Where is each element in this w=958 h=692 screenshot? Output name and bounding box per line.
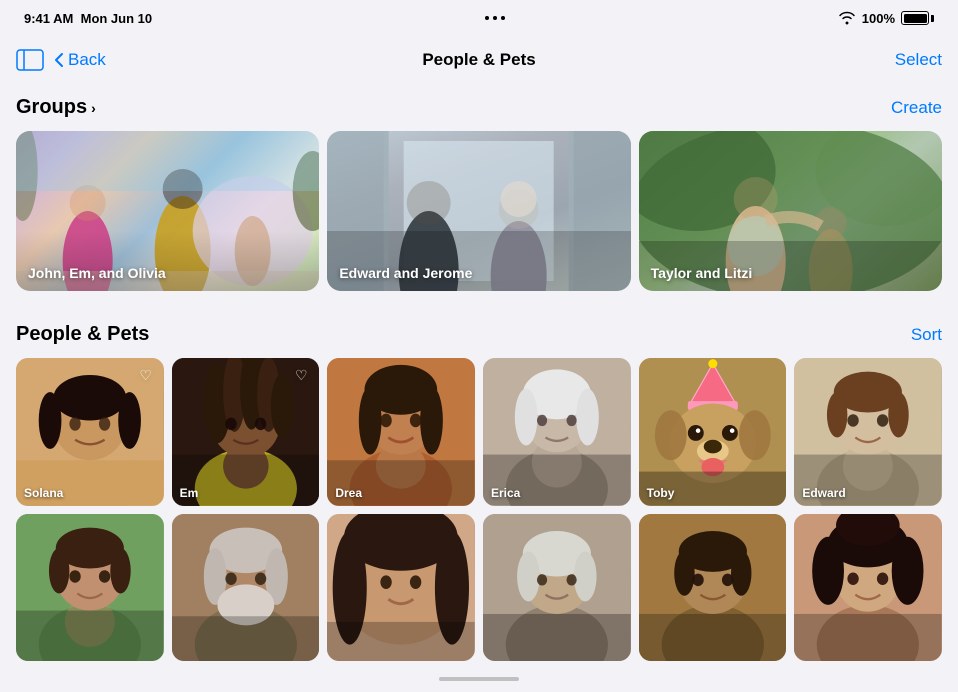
person-name-edward: Edward <box>802 486 845 500</box>
person-card-erica[interactable]: Erica <box>483 358 631 506</box>
group-card-taylor-litzi[interactable]: Taylor and Litzi <box>639 131 942 291</box>
person-face-p12 <box>794 514 942 662</box>
status-time: 9:41 AM Mon Jun 10 <box>24 11 152 26</box>
group-label-3: Taylor and Litzi <box>651 265 753 281</box>
nav-left: Back <box>16 49 106 71</box>
person-card-drea[interactable]: Drea <box>327 358 475 506</box>
person-card-p7[interactable] <box>16 514 164 662</box>
person-name-em: Em <box>180 486 199 500</box>
heart-icon-solana: ♡ <box>136 365 156 385</box>
select-button[interactable]: Select <box>895 50 942 70</box>
person-face-toby <box>639 358 787 506</box>
status-right: 100% <box>838 11 934 26</box>
person-name-toby: Toby <box>647 486 675 500</box>
group-label-1: John, Em, and Olivia <box>28 265 166 281</box>
group-card-john-em-olivia[interactable]: John, Em, and Olivia <box>16 131 319 291</box>
person-face-erica <box>483 358 631 506</box>
device-frame: 9:41 AM Mon Jun 10 100% <box>0 0 958 692</box>
page-title: People & Pets <box>422 50 535 70</box>
people-grid-row1: ♡ Solana <box>16 358 942 506</box>
person-face-drea <box>327 358 475 506</box>
person-face-p8 <box>172 514 320 662</box>
groups-title-row[interactable]: Groups › <box>16 96 96 119</box>
sort-button[interactable]: Sort <box>911 325 942 345</box>
people-grid-row2 <box>16 514 942 662</box>
scroll-dot <box>439 677 519 681</box>
group-label-2: Edward and Jerome <box>339 265 472 281</box>
person-card-p10[interactable] <box>483 514 631 662</box>
groups-section-header: Groups › Create <box>16 84 942 119</box>
heart-icon-em: ♡ <box>291 365 311 385</box>
person-card-p11[interactable] <box>639 514 787 662</box>
content-area: Groups › Create <box>0 84 958 669</box>
status-center <box>485 16 505 20</box>
person-face-p10 <box>483 514 631 662</box>
groups-title: Groups <box>16 96 87 119</box>
create-button[interactable]: Create <box>891 98 942 118</box>
person-card-em[interactable]: ♡ Em <box>172 358 320 506</box>
status-bar: 9:41 AM Mon Jun 10 100% <box>0 0 958 36</box>
battery-icon <box>901 11 934 25</box>
dot-1 <box>485 16 489 20</box>
person-card-edward[interactable]: Edward <box>794 358 942 506</box>
group-card-edward-jerome[interactable]: Edward and Jerome <box>327 131 630 291</box>
people-title: People & Pets <box>16 323 149 346</box>
sidebar-toggle-icon[interactable] <box>16 49 44 71</box>
person-face-edward <box>794 358 942 506</box>
person-face-p9 <box>327 514 475 662</box>
person-face-p7 <box>16 514 164 662</box>
person-face-p11 <box>639 514 787 662</box>
nav-bar: Back People & Pets Select <box>0 36 958 84</box>
people-section-header: People & Pets Sort <box>16 311 942 346</box>
dot-3 <box>501 16 505 20</box>
person-card-solana[interactable]: ♡ Solana <box>16 358 164 506</box>
back-button[interactable]: Back <box>54 50 106 70</box>
person-card-p9[interactable] <box>327 514 475 662</box>
person-card-toby[interactable]: Toby <box>639 358 787 506</box>
groups-grid: John, Em, and Olivia <box>16 131 942 291</box>
dot-2 <box>493 16 497 20</box>
scroll-indicator <box>0 669 958 689</box>
person-name-solana: Solana <box>24 486 63 500</box>
person-card-p12[interactable] <box>794 514 942 662</box>
person-card-p8[interactable] <box>172 514 320 662</box>
person-name-erica: Erica <box>491 486 520 500</box>
person-name-drea: Drea <box>335 486 362 500</box>
wifi-icon <box>838 11 856 25</box>
groups-chevron-icon: › <box>91 100 96 116</box>
back-chevron-icon <box>54 52 64 68</box>
battery-percent: 100% <box>862 11 895 26</box>
